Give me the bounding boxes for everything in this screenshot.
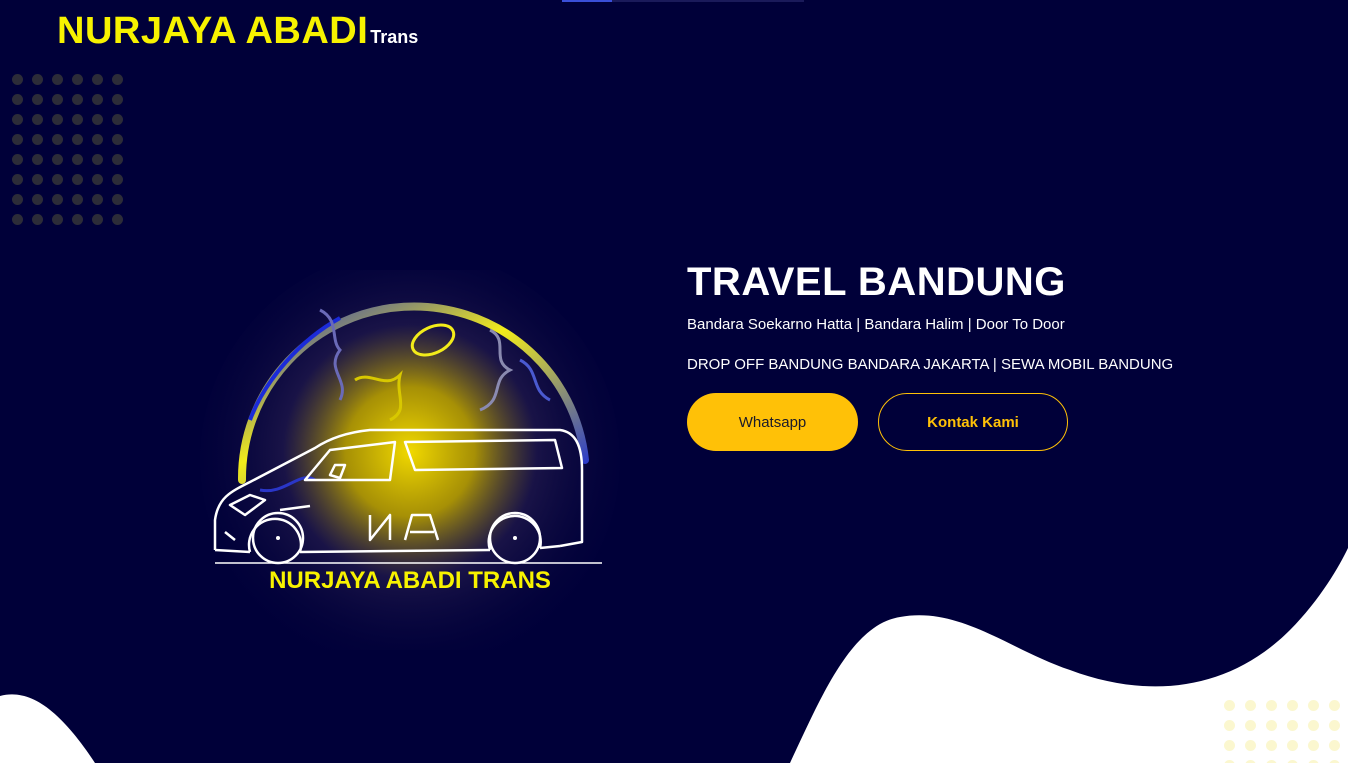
decorative-dot: [1329, 740, 1340, 751]
page: NURJAYA ABADI Trans NURJAYA ABADI TRANS …: [0, 0, 1348, 763]
decorative-dot: [1245, 720, 1256, 731]
decorative-dot: [1224, 740, 1235, 751]
decorative-dot: [1224, 720, 1235, 731]
decorative-dot: [1329, 720, 1340, 731]
emblem-caption: NURJAYA ABADI TRANS: [269, 567, 551, 594]
decorative-dot: [1287, 700, 1298, 711]
decorative-dot: [1245, 740, 1256, 751]
decorative-dot: [1224, 700, 1235, 711]
hero-section: TRAVEL BANDUNG Bandara Soekarno Hatta | …: [687, 258, 1307, 451]
decorative-dot: [1266, 740, 1277, 751]
decorative-dot: [1308, 720, 1319, 731]
decorative-dot: [1308, 740, 1319, 751]
decorative-dot: [1245, 700, 1256, 711]
decorative-dot: [1308, 700, 1319, 711]
whatsapp-button[interactable]: Whatsapp: [687, 393, 858, 451]
decorative-dots-bottom-right: [1222, 698, 1348, 763]
decorative-dot: [1329, 700, 1340, 711]
decorative-dot: [1266, 700, 1277, 711]
decorative-dot: [1266, 720, 1277, 731]
hero-subtitle: Bandara Soekarno Hatta | Bandara Halim |…: [687, 316, 1065, 333]
hero-subtitle-services: DROP OFF BANDUNG BANDARA JAKARTA | SEWA …: [687, 356, 1174, 373]
contact-us-button[interactable]: Kontak Kami: [878, 393, 1068, 451]
hero-title: TRAVEL BANDUNG: [687, 260, 1066, 304]
hero-actions: Whatsapp Kontak Kami: [687, 393, 1307, 451]
decorative-dot: [1287, 720, 1298, 731]
company-emblem: NURJAYA ABADI TRANS: [200, 270, 620, 650]
decorative-dot: [1287, 740, 1298, 751]
